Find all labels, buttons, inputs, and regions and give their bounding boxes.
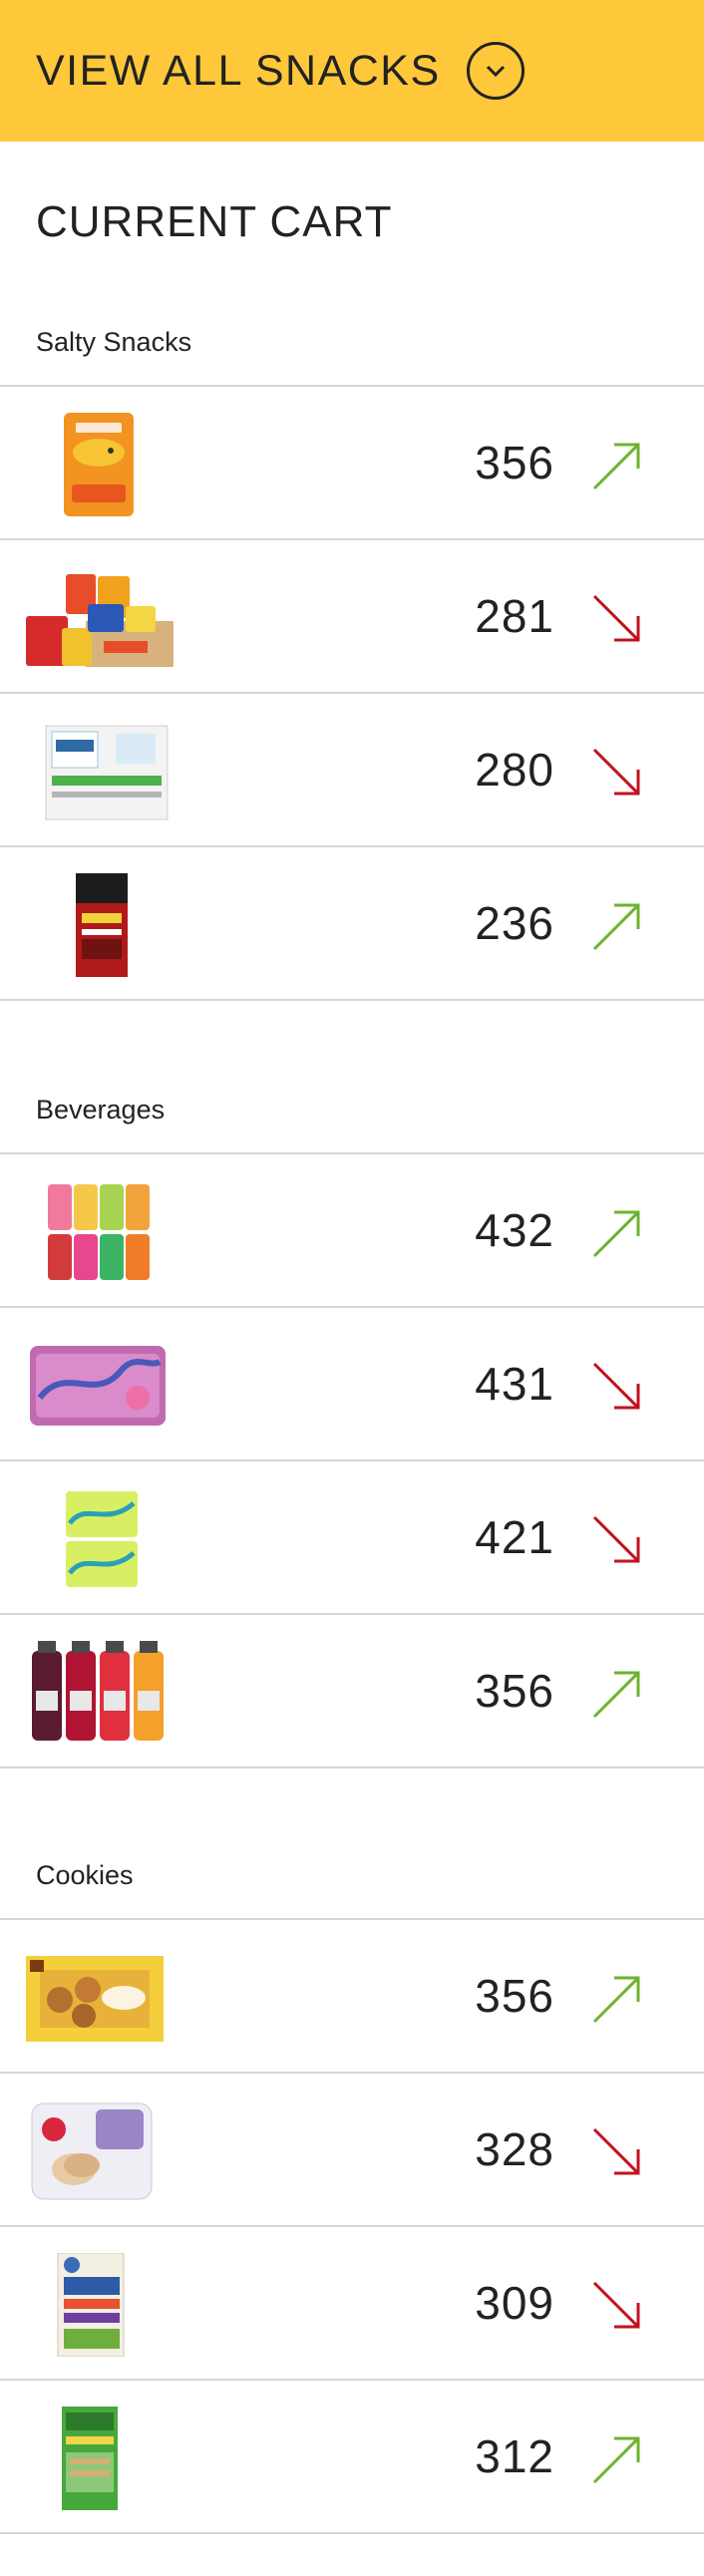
trend-up-icon xyxy=(592,1671,640,1719)
lacroix-cans-lime-image xyxy=(66,1491,138,1587)
lacroix-pack-purple-image xyxy=(30,1346,166,1426)
item-count: 421 xyxy=(475,1511,554,1563)
view-all-snacks-label: VIEW ALL SNACKS xyxy=(36,46,441,95)
cart-row[interactable]: 328 xyxy=(0,2074,704,2225)
trend-up-icon xyxy=(592,903,640,951)
cart-row[interactable]: 280 xyxy=(0,694,704,845)
section-label-cookies: Cookies xyxy=(36,1860,134,1890)
cart-row[interactable]: 431 xyxy=(0,1308,704,1459)
cart-row[interactable]: 281 xyxy=(0,540,704,692)
trend-down-icon xyxy=(592,1515,640,1563)
trend-down-icon xyxy=(592,2281,640,2329)
trend-down-icon xyxy=(592,1362,640,1410)
granola-bars-green-image xyxy=(62,2407,118,2510)
item-count: 356 xyxy=(475,1970,554,2022)
cart-row[interactable]: 356 xyxy=(0,387,704,538)
goldfish-crackers-image xyxy=(64,413,134,516)
cart-row[interactable]: 312 xyxy=(0,2381,704,2532)
trend-up-icon xyxy=(592,1976,640,2024)
item-count: 328 xyxy=(475,2123,554,2175)
cart-row[interactable]: 309 xyxy=(0,2227,704,2379)
milano-cookies-tub-image xyxy=(31,2102,153,2200)
view-all-snacks-bar[interactable]: VIEW ALL SNACKS xyxy=(0,0,704,142)
divider xyxy=(0,2532,704,2534)
cart-row[interactable]: 432 xyxy=(0,1154,704,1306)
cart-row[interactable]: 356 xyxy=(0,1920,704,2072)
current-cart-title: CURRENT CART xyxy=(36,197,393,246)
trend-down-icon xyxy=(592,2127,640,2175)
divider xyxy=(0,999,704,1001)
cookie-box-yellow-image xyxy=(26,1956,164,2042)
item-count: 356 xyxy=(475,437,554,488)
cart-row[interactable]: 236 xyxy=(0,847,704,999)
item-count: 236 xyxy=(475,897,554,949)
trend-down-icon xyxy=(592,748,640,796)
chevron-down-icon[interactable] xyxy=(466,42,525,100)
item-count: 356 xyxy=(475,1665,554,1717)
cart-row[interactable]: 356 xyxy=(0,1615,704,1767)
section-label-beverages: Beverages xyxy=(36,1095,166,1125)
sparkling-cans-assorted-image xyxy=(48,1184,150,1280)
chips-variety-box-image xyxy=(26,574,174,667)
quaker-chewy-bars-image xyxy=(57,2253,125,2357)
item-count: 281 xyxy=(475,590,554,642)
item-count: 431 xyxy=(475,1358,554,1410)
trend-up-icon xyxy=(592,1210,640,1258)
item-count: 312 xyxy=(475,2430,554,2482)
trend-down-icon xyxy=(592,594,640,642)
item-count: 280 xyxy=(475,744,554,796)
item-count: 309 xyxy=(475,2277,554,2329)
trend-up-icon xyxy=(592,443,640,490)
section-label-salty-snacks: Salty Snacks xyxy=(36,327,192,357)
cape-cod-chips-box-image xyxy=(45,725,169,820)
trend-up-icon xyxy=(592,2436,640,2484)
item-count: 432 xyxy=(475,1204,554,1256)
jack-links-jerky-image xyxy=(76,873,128,977)
vitaminwater-bottles-image xyxy=(32,1641,164,1741)
cart-row[interactable]: 421 xyxy=(0,1461,704,1613)
divider xyxy=(0,1767,704,1769)
